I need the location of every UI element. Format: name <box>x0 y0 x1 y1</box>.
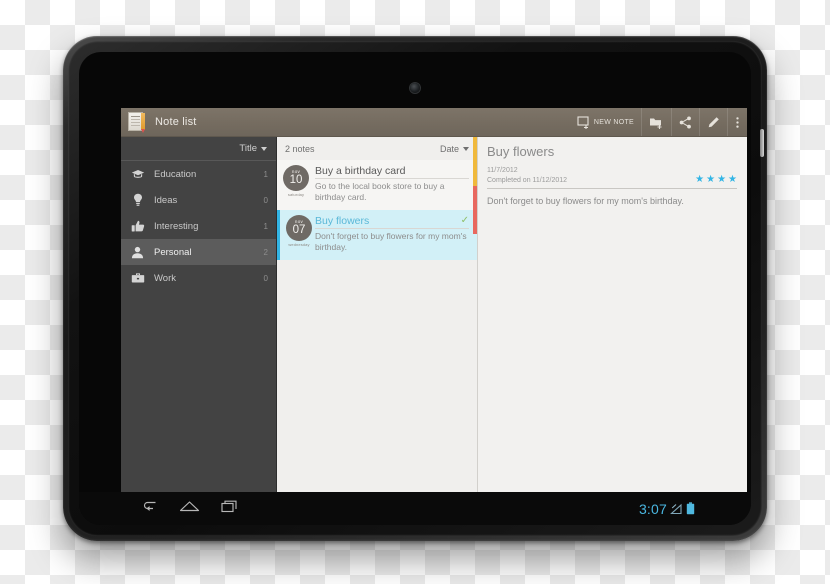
battery-icon[interactable] <box>686 502 695 515</box>
star-icon[interactable]: ★ <box>706 175 715 185</box>
checkmark-icon: ✓ <box>460 215 469 227</box>
chevron-down-icon <box>261 146 267 151</box>
lightbulb-icon <box>130 193 145 208</box>
note-day: 07 <box>292 223 306 236</box>
action-bar-actions: NEW NOTE <box>570 108 747 136</box>
note-meta-dates: 11/7/2012 Completed on 11/12/2012 <box>487 166 695 186</box>
main-content: Title Education 1 Ideas 0 Interesting 1 … <box>121 137 747 500</box>
rating-stars[interactable]: ★ ★ ★ ★ <box>695 175 737 186</box>
status-clock[interactable]: 3:07 <box>639 501 667 517</box>
sidebar-item-count: 0 <box>263 195 268 205</box>
status-indicators: 3:07 <box>639 501 695 517</box>
note-title-row: Buy flowers ✓ <box>315 215 469 229</box>
notes-list-header: 2 notes Date <box>277 137 477 160</box>
front-camera-icon <box>410 83 420 93</box>
note-weekday: wednesday <box>288 241 310 247</box>
sidebar-item-label: Education <box>154 168 197 180</box>
page-title: Buy flowers <box>487 144 555 159</box>
note-completed-date: Completed on 11/12/2012 <box>487 177 568 185</box>
tablet-face: Note list NEW NOTE Title Education 1 Ide… <box>79 52 751 525</box>
recent-apps-icon[interactable] <box>221 500 239 518</box>
sidebar-item-education[interactable]: Education 1 <box>121 161 276 187</box>
note-day: 10 <box>289 173 303 186</box>
notes-count-label: 2 notes <box>285 143 315 154</box>
sidebar-item-label: Work <box>154 272 176 284</box>
list-item[interactable]: nov 07 wednesday Buy flowers ✓ Don't for… <box>277 209 477 260</box>
home-icon[interactable] <box>179 500 200 518</box>
note-date-badge: nov 10 saturday <box>281 165 311 204</box>
android-navigation-bar: 3:07 <box>79 492 751 525</box>
overflow-menu-icon <box>735 116 740 129</box>
sidebar-item-work[interactable]: Work 0 <box>121 265 276 291</box>
date-circle: nov 07 <box>286 214 312 241</box>
notes-list-pane: 2 notes Date nov 10 saturday Buy a birth… <box>277 137 478 500</box>
sidebar-item-count: 2 <box>263 247 268 257</box>
new-note-label: NEW NOTE <box>593 118 634 126</box>
note-title-row: Buy a birthday card <box>315 165 469 179</box>
list-item[interactable]: nov 10 saturday Buy a birthday card Go t… <box>277 160 477 210</box>
signal-icon[interactable] <box>670 503 683 515</box>
share-icon <box>679 116 692 129</box>
note-snippet: Go to the local book store to buy a birt… <box>315 181 445 203</box>
notes-sort-label: Date <box>439 143 459 154</box>
new-folder-button[interactable] <box>641 108 671 136</box>
tablet-device: Note list NEW NOTE Title Education 1 Ide… <box>63 36 767 541</box>
notes-sort-control[interactable]: Date <box>440 144 469 154</box>
edit-button[interactable] <box>699 108 727 136</box>
star-icon[interactable]: ★ <box>728 175 737 185</box>
app-title: Note list <box>155 116 197 128</box>
briefcase-icon <box>130 271 145 286</box>
back-arrow-icon[interactable] <box>141 500 158 518</box>
note-title: Buy a birthday card <box>315 165 406 177</box>
note-body: Buy a birthday card Go to the local book… <box>311 165 477 204</box>
thumbs-up-icon <box>130 219 145 234</box>
star-icon[interactable]: ★ <box>695 175 704 185</box>
screenshot-stage: Note list NEW NOTE Title Education 1 Ide… <box>0 0 830 584</box>
note-created-date: 11/7/2012 <box>487 167 518 174</box>
tablet-bezel: Note list NEW NOTE Title Education 1 Ide… <box>68 41 764 536</box>
sidebar-sort-label: Title <box>239 143 257 154</box>
nav-buttons <box>79 500 239 518</box>
sidebar-item-count: 1 <box>263 169 268 179</box>
power-button[interactable] <box>760 129 764 157</box>
share-button[interactable] <box>671 108 699 136</box>
category-sidebar: Title Education 1 Ideas 0 Interesting 1 … <box>121 137 277 500</box>
sidebar-item-interesting[interactable]: Interesting 1 <box>121 213 276 239</box>
note-weekday: saturday <box>287 192 305 197</box>
note-title: Buy flowers <box>315 214 370 227</box>
new-note-button[interactable]: NEW NOTE <box>570 108 641 136</box>
overflow-menu-button[interactable] <box>727 108 747 136</box>
note-add-icon <box>577 115 591 129</box>
notepad-icon <box>127 111 149 134</box>
pencil-icon <box>707 116 720 129</box>
sidebar-item-label: Interesting <box>154 220 199 232</box>
note-body: Buy flowers ✓ Don't forget to buy flower… <box>314 215 477 254</box>
graduation-cap-icon <box>130 167 145 182</box>
sidebar-item-count: 0 <box>263 273 268 283</box>
notes-scroll-area: nov 10 saturday Buy a birthday card Go t… <box>277 160 477 500</box>
sidebar-item-personal[interactable]: Personal 2 <box>121 239 276 265</box>
person-icon <box>130 245 145 260</box>
note-color-strip <box>473 137 477 186</box>
note-color-strip <box>473 186 477 234</box>
tablet-screen: Note list NEW NOTE Title Education 1 Ide… <box>121 108 747 500</box>
note-snippet: Don't forget to buy flowers for my mom's… <box>315 230 467 253</box>
date-circle: nov 10 <box>283 165 309 191</box>
sidebar-item-count: 1 <box>263 221 268 231</box>
sidebar-item-label: Personal <box>154 246 192 258</box>
note-detail-body: Don't forget to buy flowers for my mom's… <box>487 196 684 207</box>
star-icon[interactable]: ★ <box>717 175 726 185</box>
action-bar: Note list NEW NOTE <box>121 108 747 137</box>
folder-add-icon <box>649 116 664 129</box>
note-detail-pane: Buy flowers 11/7/2012 Completed on 11/12… <box>478 137 747 500</box>
chevron-down-icon <box>463 146 469 151</box>
sidebar-sort-control[interactable]: Title <box>121 137 276 161</box>
sidebar-item-label: Ideas <box>154 194 178 206</box>
note-meta-row: 11/7/2012 Completed on 11/12/2012 ★ ★ ★ … <box>487 166 737 190</box>
note-date-badge: nov 07 wednesday <box>284 214 314 254</box>
sidebar-item-ideas[interactable]: Ideas 0 <box>121 187 276 213</box>
